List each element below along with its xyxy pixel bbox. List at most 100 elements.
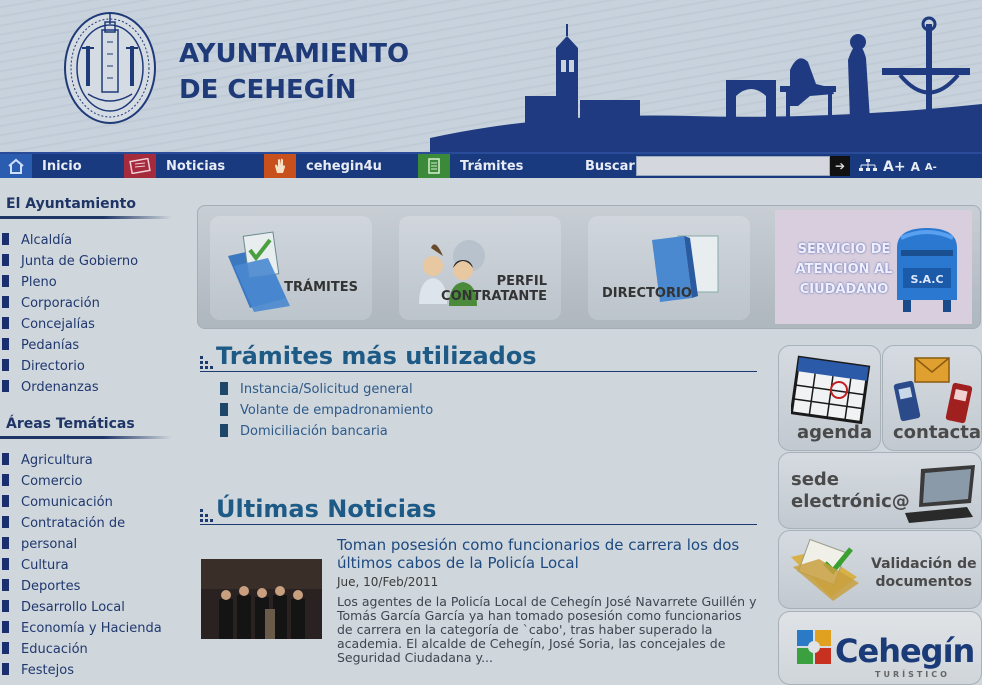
cehegin-logo-text: Cehegín: [835, 632, 975, 670]
news-photo[interactable]: [201, 559, 322, 639]
nav-label-noticias: Noticias: [166, 158, 226, 174]
sidebar-link[interactable]: Economía y Hacienda: [0, 618, 180, 639]
sidebar-link[interactable]: Concejalías: [0, 314, 180, 335]
sidebar-link-label: Desarrollo Local: [21, 600, 125, 615]
news-title-link[interactable]: Toman posesión como funcionarios de carr…: [337, 536, 747, 572]
bullet-icon: [220, 382, 228, 395]
sidebar-link[interactable]: Corporación: [0, 293, 180, 314]
sede-label-line2: electrónic@: [791, 491, 910, 512]
tramite-link[interactable]: Volante de empadronamiento: [220, 400, 433, 421]
hand-icon: [264, 154, 296, 178]
tramite-link[interactable]: Domiciliación bancaria: [220, 421, 433, 442]
sede-label: sede electrónic@: [791, 469, 910, 513]
news-summary: Los agentes de la Policía Local de Ceheg…: [337, 594, 757, 665]
font-normal-button[interactable]: A: [911, 160, 920, 174]
bullet-icon: [2, 233, 9, 245]
noticias-heading: Últimas Noticias: [216, 495, 437, 523]
bullet-icon: [2, 254, 9, 266]
font-increase-button[interactable]: A+: [883, 159, 906, 175]
heading-dots-icon: [200, 356, 213, 369]
perfil-contratante-tile[interactable]: PERFIL CONTRATANTE: [399, 216, 561, 320]
nav-item-inicio[interactable]: Inicio: [0, 154, 82, 178]
sidebar-link-label: Comercio: [21, 474, 83, 489]
sidebar-link[interactable]: Alcaldía: [0, 230, 180, 251]
sidebar-link[interactable]: Festejos: [0, 660, 180, 681]
sidebar-link[interactable]: personal: [0, 534, 180, 555]
site-title-line2: DE CEHEGÍN: [179, 75, 357, 105]
sidebar-link[interactable]: Junta de Gobierno: [0, 251, 180, 272]
tramites-tile[interactable]: TRÁMITES: [210, 216, 372, 320]
agenda-label: agenda: [797, 422, 873, 443]
tramite-link[interactable]: Instancia/Solicitud general: [220, 379, 433, 400]
sidebar: El Ayuntamiento Alcaldía Junta de Gobiern…: [0, 178, 180, 685]
city-seal-logo[interactable]: [62, 10, 158, 126]
bullet-icon: [2, 516, 9, 528]
bullet-icon: [2, 296, 9, 308]
search-submit-button[interactable]: ➔: [830, 156, 850, 176]
sidebar-link[interactable]: Directorio: [0, 356, 180, 377]
divider: [0, 216, 172, 219]
sede-electronica-button[interactable]: sede electrónic@: [778, 452, 982, 529]
bullet-icon: [2, 600, 9, 612]
sidebar-link-label: Pedanías: [21, 338, 80, 353]
sidebar-link[interactable]: Ordenanzas: [0, 377, 180, 398]
sidebar-link-label: Directorio: [21, 359, 85, 374]
nav-item-tramites[interactable]: Trámites: [418, 154, 523, 178]
sidebar-link[interactable]: Desarrollo Local: [0, 597, 180, 618]
sidebar-heading-areas: Áreas Temáticas: [6, 416, 135, 432]
perfil-label-line2: CONTRATANTE: [441, 289, 547, 304]
directorio-tile[interactable]: DIRECTORIO: [588, 216, 750, 320]
tramites-list: Instancia/Solicitud general Volante de em…: [220, 379, 433, 442]
sac-banner[interactable]: SERVICIO DE ATENCIÓN AL CIUDADANO S.A.C: [775, 210, 972, 324]
sidebar-link-label: Ordenanzas: [21, 380, 99, 395]
nav-label-cehegin4u: cehegin4u: [306, 158, 382, 174]
sidebar-link-label: Educación: [21, 642, 88, 657]
sidebar-link[interactable]: Cultura: [0, 555, 180, 576]
sidebar-link-label: Alcaldía: [21, 233, 73, 248]
sac-text: SERVICIO DE ATENCIÓN AL CIUDADANO: [788, 240, 900, 300]
sidebar-link[interactable]: Pedanías: [0, 335, 180, 356]
divider: [0, 436, 172, 439]
font-decrease-button[interactable]: A-: [925, 162, 937, 173]
search-input[interactable]: [636, 156, 830, 176]
sidebar-link-label: Comunicación: [21, 495, 113, 510]
validacion-label-line2: documentos: [875, 574, 973, 590]
sidebar-list-ayuntamiento: Alcaldía Junta de Gobierno Pleno Corporació…: [0, 230, 180, 398]
site-title[interactable]: AYUNTAMIENTO DE CEHEGÍN: [179, 36, 409, 108]
nav-item-noticias[interactable]: Noticias: [124, 154, 225, 178]
bullet-icon: [2, 275, 9, 287]
divider: [200, 371, 757, 372]
sidebar-link-label: Agricultura: [21, 453, 93, 468]
tramites-tile-label: TRÁMITES: [284, 280, 358, 295]
sidebar-link[interactable]: Pleno: [0, 272, 180, 293]
sidebar-link-label: Concejalías: [21, 317, 95, 332]
sidebar-link[interactable]: Deportes: [0, 576, 180, 597]
sitemap-icon[interactable]: [858, 158, 878, 177]
sidebar-link[interactable]: Comunicación: [0, 492, 180, 513]
sidebar-link[interactable]: Contratación de: [0, 513, 180, 534]
tramites-heading: Trámites más utilizados: [216, 342, 537, 370]
bullet-icon: [2, 474, 9, 486]
contactar-button[interactable]: contactar: [882, 345, 982, 451]
site-header: AYUNTAMIENTO DE CEHEGÍN: [0, 0, 982, 152]
validacion-label: Validación de documentos: [871, 555, 977, 591]
sidebar-link[interactable]: Comercio: [0, 471, 180, 492]
cehegin-turistico-logo[interactable]: Cehegín TURÍSTICO: [778, 611, 982, 685]
sidebar-link[interactable]: Agricultura: [0, 450, 180, 471]
bullet-icon: [2, 317, 9, 329]
folder-check-icon: [791, 538, 859, 601]
news-photo-image: [201, 559, 322, 639]
sidebar-link-label: Economía y Hacienda: [21, 621, 162, 636]
cehegin-logo-subtitle: TURÍSTICO: [875, 670, 950, 679]
nav-label-tramites: Trámites: [460, 158, 524, 174]
main-nav-bar: Inicio Noticias cehegin4u Trámites Busca…: [0, 152, 982, 178]
sidebar-link-label: Cultura: [21, 558, 69, 573]
sac-text-line2: ATENCIÓN AL: [795, 262, 893, 277]
nav-item-cehegin4u[interactable]: cehegin4u: [264, 154, 382, 178]
validacion-label-line1: Validación de: [871, 556, 977, 572]
validacion-documentos-button[interactable]: Validación de documentos: [778, 530, 982, 609]
tourism-logo-icon: [797, 630, 831, 664]
sidebar-link[interactable]: Educación: [0, 639, 180, 660]
tramite-link-label: Domiciliación bancaria: [240, 424, 388, 439]
agenda-button[interactable]: agenda: [778, 345, 881, 451]
